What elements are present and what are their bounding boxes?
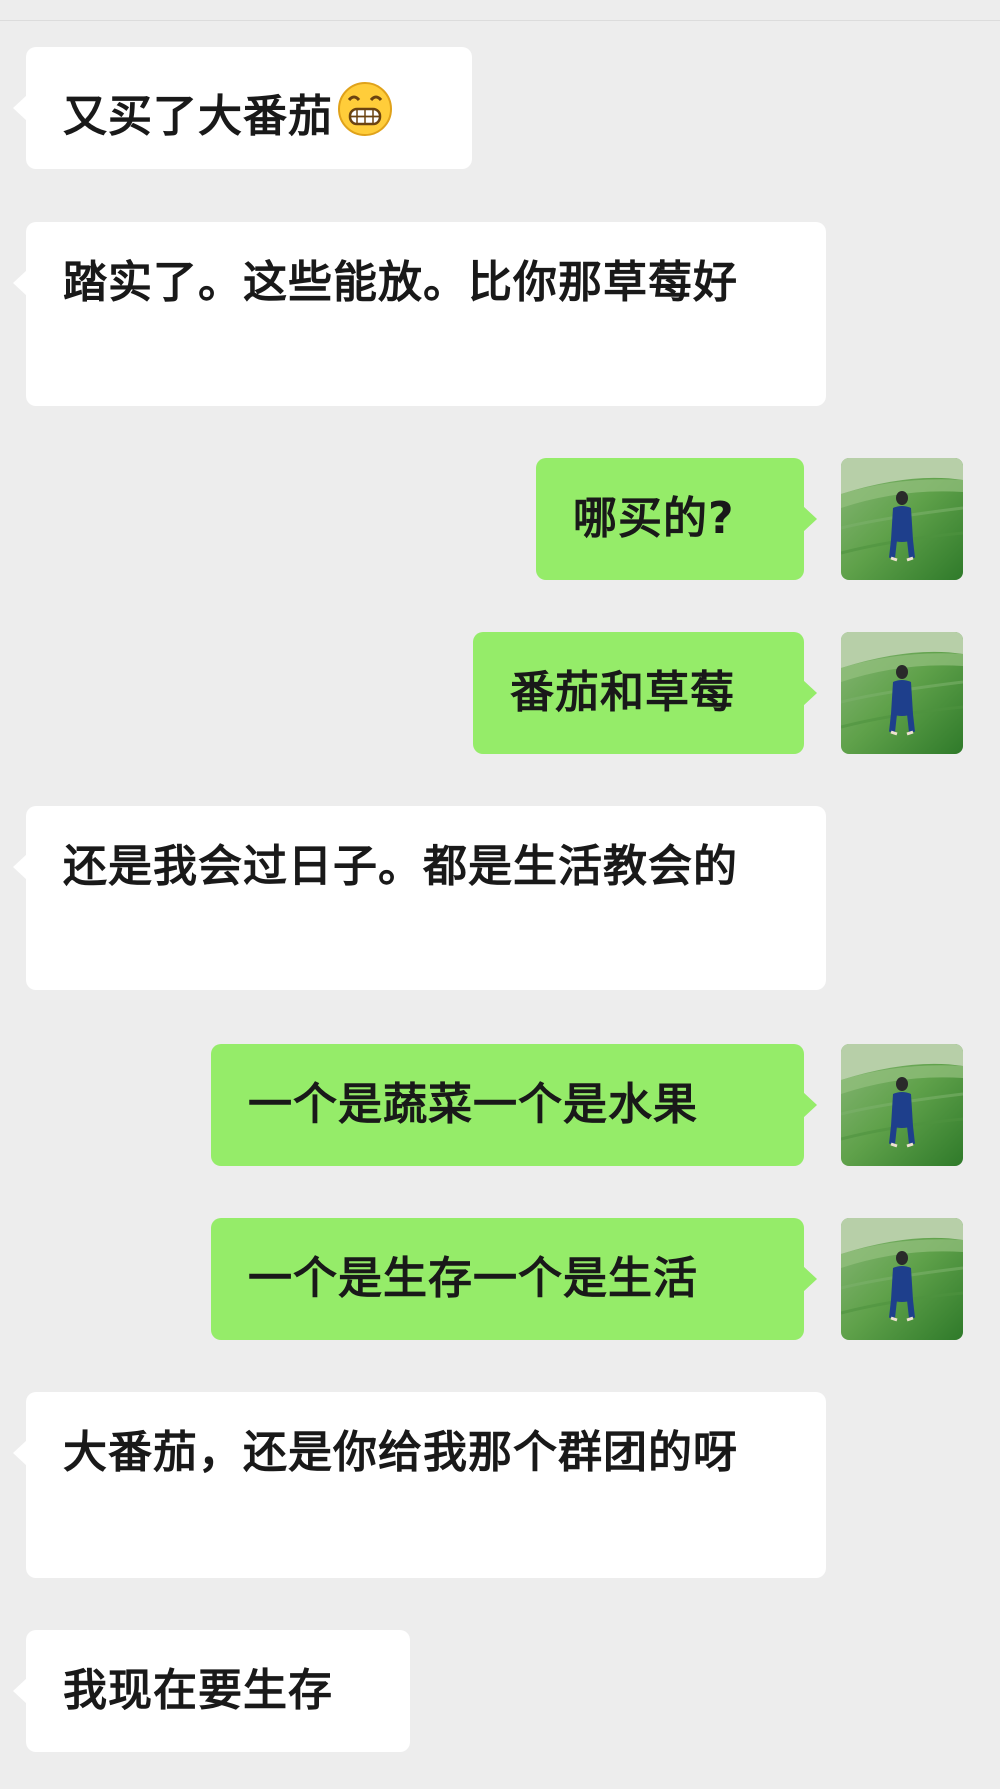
message-text: 我现在要生存 — [63, 1665, 333, 1716]
grinning-face-emoji-icon — [335, 78, 395, 138]
outgoing-message-bubble[interactable]: 哪买的? — [536, 458, 817, 580]
message-text: 又买了大番茄 — [63, 91, 333, 142]
incoming-message-bubble[interactable]: 我现在要生存 — [13, 1630, 410, 1752]
message-text: 一个是蔬菜一个是水果 — [248, 1079, 698, 1130]
incoming-message-bubble[interactable]: 还是我会过日子。都是生活教会的 — [13, 806, 826, 990]
message-text: 一个是生存一个是生活 — [248, 1253, 698, 1304]
message-text: 大番茄，还是你给我那个群团的呀 — [63, 1427, 738, 1478]
message-text: 番茄和草莓 — [510, 667, 735, 718]
user-avatar-icon[interactable] — [841, 1218, 963, 1340]
incoming-message-bubble[interactable]: 踏实了。这些能放。比你那草莓好 — [13, 222, 826, 406]
outgoing-message-bubble[interactable]: 一个是蔬菜一个是水果 — [211, 1044, 817, 1166]
user-avatar-icon[interactable] — [841, 458, 963, 580]
user-avatar-icon[interactable] — [841, 632, 963, 754]
outgoing-message-bubble[interactable]: 番茄和草莓 — [473, 632, 817, 754]
message-text: 还是我会过日子。都是生活教会的 — [63, 841, 738, 892]
outgoing-message-bubble[interactable]: 一个是生存一个是生活 — [211, 1218, 817, 1340]
message-text: 踏实了。这些能放。比你那草莓好 — [63, 257, 738, 308]
message-text: 哪买的? — [573, 493, 735, 544]
chat-top-divider — [0, 20, 1000, 21]
user-avatar-icon[interactable] — [841, 1044, 963, 1166]
incoming-message-bubble[interactable]: 又买了大番茄 — [13, 47, 472, 169]
incoming-message-bubble[interactable]: 大番茄，还是你给我那个群团的呀 — [13, 1392, 826, 1578]
